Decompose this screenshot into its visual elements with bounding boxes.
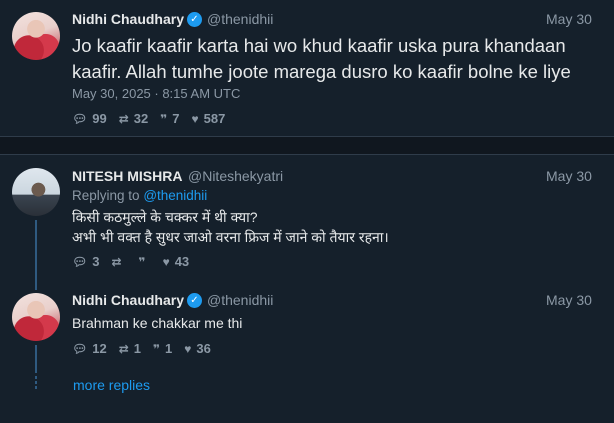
reply-count: 12 [92, 341, 107, 356]
like-button[interactable]: ♥ 43 [163, 254, 190, 269]
thread-line [35, 220, 37, 290]
quote-button[interactable]: ❞ 1 [153, 341, 172, 356]
like-count: 43 [174, 254, 190, 269]
author-name[interactable]: Nidhi Chaudhary [72, 11, 184, 27]
like-button[interactable]: ♥ 587 [192, 111, 226, 126]
speech-bubble-icon: 💬︎ [72, 254, 88, 269]
quote-icon: ❞ [153, 341, 161, 356]
thread-dots [35, 376, 37, 390]
avatar[interactable] [12, 12, 60, 60]
speech-bubble-icon: 💬︎ [72, 341, 88, 356]
verified-badge-icon: ✓ [187, 12, 202, 27]
retweet-icon: ⇄ [111, 254, 122, 269]
heart-icon: ♥ [162, 254, 170, 269]
speech-bubble-icon: 💬︎ [72, 111, 88, 126]
tweet-actions: 💬︎ 3 ⇄ ❞ ♥ 43 [72, 254, 201, 269]
tweet-actions: 💬︎ 12 ⇄ 1 ❞ 1 ♥ 36 [72, 341, 223, 356]
tweet-timestamp[interactable]: May 30, 2025 · 8:15 AM UTC [72, 86, 240, 101]
more-replies-link[interactable]: more replies [73, 377, 150, 393]
tweet-text-line: किसी कठमुल्ले के चक्कर में थी क्या? [72, 209, 258, 225]
reply-button[interactable]: 💬︎ 12 [72, 341, 107, 356]
retweet-icon: ⇄ [118, 111, 129, 126]
reply-count: 99 [92, 111, 107, 126]
author-handle[interactable]: @thenidhii [207, 11, 273, 27]
retweet-button[interactable]: ⇄ [111, 255, 126, 269]
author-handle[interactable]: @thenidhii [207, 292, 273, 308]
replying-to-link[interactable]: @thenidhii [143, 188, 207, 203]
reply-count: 3 [92, 254, 100, 269]
tweet-date[interactable]: May 30 [546, 292, 592, 308]
avatar[interactable] [12, 293, 60, 341]
tweet-text: Brahman ke chakkar me thi [72, 315, 243, 331]
retweet-icon: ⇄ [118, 341, 129, 356]
tweet-text-line: अभी भी वक्त है सुधर जाओ वरना फ्रिज में ज… [72, 229, 389, 245]
reply-button[interactable]: 💬︎ 3 [72, 254, 99, 269]
quote-count: 1 [165, 341, 173, 356]
quote-button[interactable]: ❞ [139, 255, 151, 269]
tweet-text-line: Jo kaafir kaafir karta hai wo khud kaafi… [72, 35, 566, 56]
separator [0, 137, 614, 155]
replying-label: Replying to [72, 188, 140, 203]
quote-button[interactable]: ❞ 7 [160, 111, 179, 126]
retweet-count: 1 [133, 341, 141, 356]
tweet-text: किसी कठमुल्ले के चक्कर में थी क्या? अभी … [72, 207, 389, 247]
reply-thread: NITESH MISHRA @Niteshekyatri May 30 Repl… [0, 156, 614, 423]
tweet-text: Jo kaafir kaafir karta hai wo khud kaafi… [72, 33, 592, 85]
tweet-actions: 💬︎ 99 ⇄ 32 ❞ 7 ♥ 587 [72, 111, 237, 126]
retweet-button[interactable]: ⇄ 1 [119, 341, 141, 356]
heart-icon: ♥ [191, 111, 199, 126]
quote-icon: ❞ [138, 254, 146, 269]
tweet-date[interactable]: May 30 [546, 11, 592, 27]
reply-button[interactable]: 💬︎ 99 [72, 111, 107, 126]
tweet-text-line: kaafir. Allah tumhe joote marega dusro k… [72, 61, 571, 82]
retweet-button[interactable]: ⇄ 32 [119, 111, 149, 126]
author-handle[interactable]: @Niteshekyatri [188, 168, 283, 184]
retweet-count: 32 [133, 111, 149, 126]
thread-line [35, 345, 37, 373]
heart-icon: ♥ [184, 341, 192, 356]
like-button[interactable]: ♥ 36 [184, 341, 211, 356]
replying-to: Replying to @thenidhii [72, 188, 207, 203]
main-tweet: Nidhi Chaudhary ✓ @thenidhii May 30 Jo k… [0, 0, 614, 137]
avatar[interactable] [12, 168, 60, 216]
tweet-date[interactable]: May 30 [546, 168, 592, 184]
verified-badge-icon: ✓ [187, 293, 202, 308]
author-name[interactable]: Nidhi Chaudhary [72, 292, 184, 308]
quote-icon: ❞ [160, 111, 168, 126]
author-name[interactable]: NITESH MISHRA [72, 168, 182, 184]
like-count: 587 [203, 111, 226, 126]
like-count: 36 [196, 341, 211, 356]
quote-count: 7 [172, 111, 180, 126]
